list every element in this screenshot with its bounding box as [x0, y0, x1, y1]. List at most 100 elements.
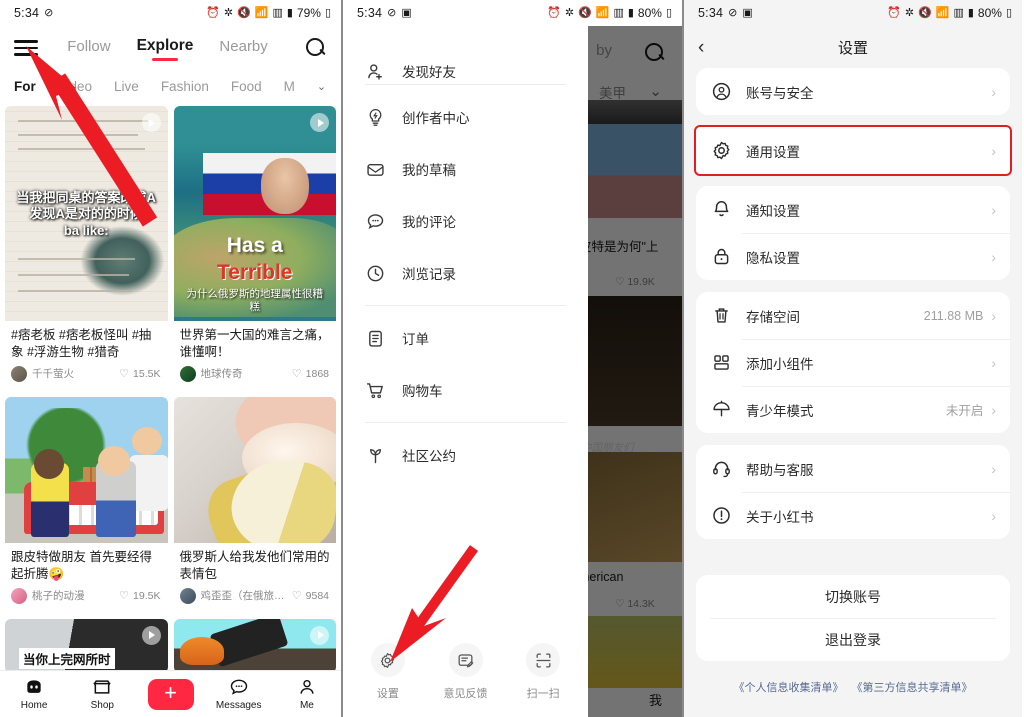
feed-card-partial-left[interactable]: 当你上完网所时	[5, 618, 168, 673]
drawer-item-my-drafts[interactable]: 我的草稿	[343, 143, 588, 195]
tab-explore[interactable]: Explore	[137, 37, 194, 59]
tab-nearby[interactable]: Nearby	[219, 38, 267, 59]
settings-row-about[interactable]: 关于小红书 ›	[696, 492, 1010, 539]
like-count[interactable]: ♡ 19.5K	[119, 589, 160, 603]
drawer-action-settings[interactable]: 设置	[349, 643, 427, 701]
cart-icon	[365, 380, 386, 401]
card-thumbnail[interactable]: 当你上完网所时	[5, 618, 168, 673]
settings-row-privacy-settings[interactable]: 隐私设置 ›	[696, 233, 1010, 280]
drawer-item-creator-center[interactable]: 创作者中心	[343, 91, 588, 143]
feed-card-homework[interactable]: 当我把同桌的答案改成A 发现A是对的的时候 ba like: #痞老板 #痞老板…	[5, 106, 168, 390]
screenshot-icon: ▣	[742, 6, 753, 19]
play-icon[interactable]	[310, 113, 329, 132]
play-icon[interactable]	[141, 625, 161, 645]
drawer-item-cart[interactable]: 购物车	[343, 364, 588, 416]
plus-icon[interactable]: +	[147, 678, 194, 710]
thumb-fragment[interactable]	[579, 452, 682, 562]
card-thumbnail[interactable]	[5, 396, 168, 543]
settings-row-label: 添加小组件	[746, 356, 814, 372]
thumb-fragment[interactable]	[581, 124, 682, 218]
chevron-down-icon[interactable]: ⌄	[317, 80, 326, 93]
settings-row-add-widget[interactable]: 添加小组件 ›	[696, 339, 1010, 386]
switch-account-button[interactable]: 切换账号	[696, 575, 1010, 618]
thumb-fragment[interactable]	[579, 616, 682, 688]
subtab-for[interactable]: For	[14, 79, 36, 94]
settings-row-general-settings[interactable]: 通用设置 ›	[696, 127, 1010, 174]
link-personal-info-list[interactable]: 《个人信息收集清单》	[734, 679, 844, 695]
status-time: 5:34	[14, 6, 40, 20]
feed-top-nav: Follow Explore Nearby	[0, 26, 341, 70]
subtab-video[interactable]: Video	[58, 79, 92, 94]
card-author[interactable]: 鸡歪歪（在俄旅行...	[179, 587, 289, 604]
drawer-item-orders[interactable]: 订单	[343, 312, 588, 364]
bell-icon	[710, 199, 732, 220]
drawer-bottom-actions: 设置 意见反馈 扫一扫	[343, 643, 588, 717]
like-count[interactable]: ♡ 15.5K	[119, 367, 160, 381]
card-author[interactable]: 千千萤火	[11, 365, 74, 382]
search-icon[interactable]	[644, 42, 666, 64]
card-author[interactable]: 桃子的动漫	[11, 587, 85, 604]
play-icon[interactable]	[141, 113, 161, 132]
chevron-right-icon: ›	[991, 201, 996, 218]
subtab-live[interactable]: Live	[114, 79, 139, 94]
logout-button[interactable]: 退出登录	[696, 618, 1010, 661]
settings-group-account: 账号与安全 ›	[696, 68, 1010, 115]
thumb-fragment	[579, 100, 682, 124]
feed-column-left: 当我把同桌的答案改成A 发现A是对的的时候 ba like: #痞老板 #痞老板…	[5, 106, 168, 673]
nav-me-fragment[interactable]: 我	[649, 690, 662, 709]
nav-shop[interactable]: Shop	[68, 677, 136, 711]
subtab-food[interactable]: Food	[231, 79, 262, 94]
card-thumbnail[interactable]	[173, 396, 336, 543]
scan-icon[interactable]	[526, 643, 561, 677]
drawer-item-label: 我的评论	[402, 215, 456, 230]
settings-body: ‹ 设置 账号与安全 › 通用设置 › 通知设置 › 隐私设置 › 存储空间 2…	[684, 26, 1022, 717]
status-time: 5:34	[698, 6, 724, 20]
settings-row-notification-settings[interactable]: 通知设置 ›	[696, 186, 1010, 233]
settings-row-help-support[interactable]: 帮助与客服 ›	[696, 445, 1010, 492]
nav-home[interactable]: Home	[0, 677, 68, 711]
chevron-down-icon[interactable]: ⌄	[649, 82, 662, 100]
subtab-fragment[interactable]: 美甲	[599, 82, 626, 102]
thumb-fragment[interactable]	[579, 296, 682, 426]
card-thumbnail[interactable]	[173, 618, 336, 673]
card-meta: 千千萤火 ♡ 15.5K	[5, 364, 168, 390]
card-title: 世界第一大国的难言之痛，谁懂啊！	[179, 328, 330, 359]
settings-row-account-security[interactable]: 账号与安全 ›	[696, 68, 1010, 115]
drawer-item-community-guidelines[interactable]: 社区公约	[343, 429, 588, 481]
card-thumbnail[interactable]: Has a Terrible 为什么俄罗斯的地理属性很糟糕	[173, 106, 336, 321]
tab-follow[interactable]: Follow	[67, 38, 110, 59]
wifi-icon: 📶	[595, 6, 610, 19]
drawer-action-feedback[interactable]: 意见反馈	[427, 643, 505, 701]
like-count[interactable]: ♡ 9584	[292, 589, 329, 603]
tab-nearby-fragment[interactable]: by	[596, 42, 612, 59]
subtab-more[interactable]: M	[284, 79, 295, 94]
nav-create[interactable]: +	[136, 678, 204, 710]
card-overlay-caption: 当你上完网所时	[19, 647, 115, 669]
nav-messages[interactable]: Messages	[205, 677, 273, 711]
card-thumbnail[interactable]: 当我把同桌的答案改成A 发现A是对的的时候 ba like:	[5, 106, 168, 321]
divider	[365, 84, 566, 85]
subtab-fashion[interactable]: Fashion	[161, 79, 209, 94]
drawer-item-my-comments[interactable]: 我的评论	[343, 195, 588, 247]
link-third-party-list[interactable]: 《第三方信息共享清单》	[852, 679, 973, 695]
drawer-item-browse-history[interactable]: 浏览记录	[343, 247, 588, 299]
drawer-item-discover-friends[interactable]: 发现好友	[343, 26, 588, 80]
gear-icon[interactable]	[370, 643, 405, 677]
play-icon[interactable]	[310, 625, 329, 645]
feedback-icon[interactable]	[448, 643, 483, 677]
feed-card-hamster[interactable]: 俄罗斯人给我发他们常用的表情包 鸡歪歪（在俄旅行... ♡ 9584	[173, 396, 336, 612]
settings-row-label: 账号与安全	[746, 85, 814, 101]
nav-me[interactable]: Me	[273, 677, 341, 711]
feed-card-partial-right[interactable]	[173, 618, 336, 673]
settings-row-storage[interactable]: 存储空间 211.88 MB ›	[696, 292, 1010, 339]
chevron-left-icon[interactable]: ‹	[698, 38, 704, 57]
drawer-action-scan[interactable]: 扫一扫	[504, 643, 582, 701]
card-author[interactable]: 地球传奇	[179, 365, 243, 382]
feed-card-russia[interactable]: Has a Terrible 为什么俄罗斯的地理属性很糟糕 世界第一大国的难言之…	[173, 106, 336, 390]
feed-card-family-guy[interactable]: 跟皮特做朋友 首先要经得起折腾🤪 桃子的动漫 ♡ 19.5K	[5, 396, 168, 612]
search-icon[interactable]	[305, 37, 327, 59]
drawer-action-label: 扫一扫	[526, 688, 560, 700]
settings-row-teen-mode[interactable]: 青少年模式 未开启 ›	[696, 386, 1010, 433]
like-count[interactable]: ♡ 1868	[292, 367, 329, 381]
hamburger-menu-icon[interactable]	[14, 40, 38, 56]
